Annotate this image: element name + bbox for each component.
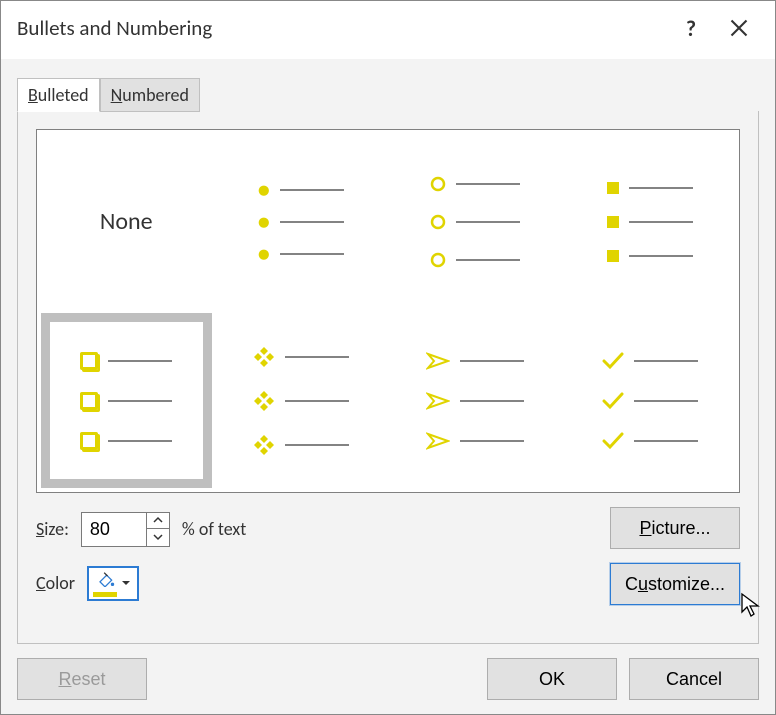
size-row: Size: % of text — [36, 512, 600, 547]
bullet-dot-icon: ● — [257, 217, 270, 227]
bullet-ring-icon — [430, 252, 446, 268]
bullet-square-icon — [607, 216, 619, 228]
reset-button[interactable]: Reset — [17, 658, 147, 700]
bullet-dot-icon: ● — [257, 249, 270, 259]
bullets-numbering-dialog: Bullets and Numbering ? Bulleted Numbere… — [0, 0, 776, 715]
bullet-ring-icon — [430, 214, 446, 230]
help-button[interactable]: ? — [667, 7, 715, 49]
bullet-ring-icon — [430, 176, 446, 192]
right-button-column: Picture... Customize... — [610, 507, 740, 605]
customize-button[interactable]: Customize... — [610, 563, 740, 605]
size-spinner[interactable] — [81, 512, 170, 547]
tab-numbered[interactable]: Numbered — [100, 78, 200, 112]
bullet-square-icon — [607, 250, 619, 262]
bullet-diamond-icon — [253, 434, 275, 456]
bullet-check-icon — [602, 432, 624, 450]
bullet-square-icon — [607, 182, 619, 194]
bullet-arrow-icon — [426, 432, 450, 450]
bullet-style-tile-diamond4[interactable] — [216, 313, 387, 488]
bullet-style-tile-none[interactable]: None — [41, 134, 212, 309]
size-suffix: % of text — [182, 518, 246, 540]
bullet-box-icon — [80, 432, 98, 450]
bullet-style-tile-box[interactable] — [41, 313, 212, 488]
picture-button[interactable]: Picture... — [610, 507, 740, 549]
dropdown-caret-icon — [121, 574, 131, 592]
size-input[interactable] — [82, 513, 146, 546]
bullet-style-grid: None ● ● ● — [41, 134, 735, 488]
bullet-diamond-icon — [253, 390, 275, 412]
tab-panel: None ● ● ● Size: % of text Picture... — [17, 111, 759, 644]
close-button[interactable] — [715, 7, 763, 49]
dialog-footer: Reset OK Cancel — [1, 644, 775, 714]
cancel-button[interactable]: Cancel — [629, 658, 759, 700]
bullet-check-icon — [602, 392, 624, 410]
color-dropdown[interactable] — [87, 566, 139, 601]
bullet-style-tile-dot[interactable]: ● ● ● — [216, 134, 387, 309]
ok-button[interactable]: OK — [487, 658, 617, 700]
size-label: Size: — [36, 518, 69, 540]
bullet-dot-icon: ● — [257, 185, 270, 195]
color-row: Color — [36, 566, 600, 601]
dialog-title: Bullets and Numbering — [17, 15, 212, 41]
bullet-style-frame: None ● ● ● — [36, 129, 740, 493]
bullet-style-tile-square[interactable] — [565, 134, 736, 309]
bullet-box-icon — [80, 392, 98, 410]
bullet-style-tile-arrow[interactable] — [390, 313, 561, 488]
bullet-arrow-icon — [426, 352, 450, 370]
bullet-style-tile-ring[interactable] — [390, 134, 561, 309]
close-icon — [729, 18, 749, 38]
chevron-down-icon — [153, 533, 163, 541]
size-down-button[interactable] — [147, 529, 169, 545]
bullet-style-tile-check[interactable] — [565, 313, 736, 488]
color-swatch — [93, 592, 117, 597]
titlebar: Bullets and Numbering ? — [1, 1, 775, 59]
bullet-box-icon — [80, 352, 98, 370]
paint-bucket-icon — [95, 570, 115, 592]
bullet-check-icon — [602, 352, 624, 370]
size-up-button[interactable] — [147, 513, 169, 530]
color-label: Color — [36, 572, 75, 594]
chevron-up-icon — [153, 516, 163, 524]
bullet-arrow-icon — [426, 392, 450, 410]
tab-bulleted[interactable]: Bulleted — [17, 78, 100, 112]
tab-strip: Bulleted Numbered — [1, 59, 775, 111]
bullet-diamond-icon — [253, 346, 275, 368]
